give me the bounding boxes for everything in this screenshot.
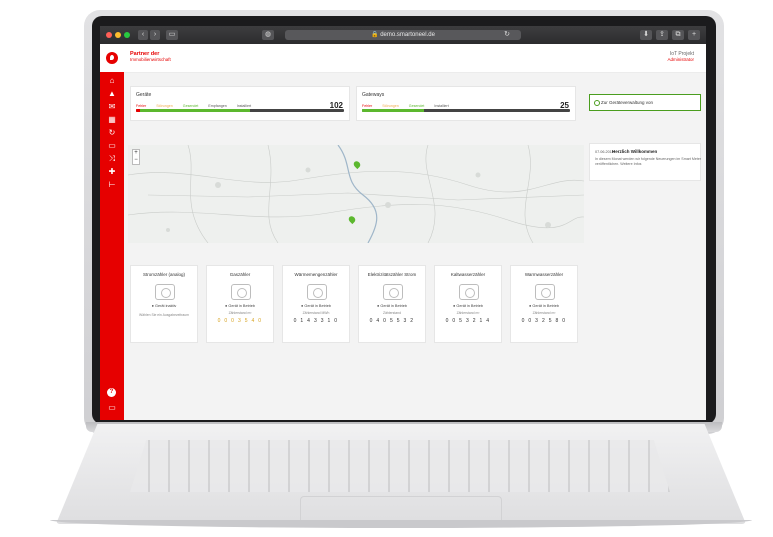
sidebar-toggle-icon[interactable]: ▭ [166,30,178,40]
meter-reading: 0 0 3 2 5 8 0 [521,318,567,324]
laptop-base-edge [50,520,752,528]
meter-subtitle: Zählerstand m³ [228,311,252,315]
gateways-status-bar [362,109,570,112]
gas-meter-icon [231,284,251,300]
heat-meter-icon [307,284,327,300]
meter-title: Wärmemengenzähler [294,272,338,277]
brand-line-2: Immobilienwirtschaft [130,57,171,62]
map-background [128,145,584,243]
browser-toolbar: ‹ › ▭ ◍ 🔒 demo.smartoneel.de ↻ ⬇ ⇪ ⧉ + [100,26,706,44]
user-menu[interactable]: IoT Projekt Administrator [667,51,694,63]
monitor-icon[interactable]: ▭ [107,403,117,412]
meter-card-electricity[interactable]: Elektrizitätszähler Strom ● Gerät in Bet… [358,265,426,343]
meter-subtitle: Zählerstand [383,311,401,315]
devices-title: Geräte [136,92,152,98]
brand-text: Partner der Immobilienwirtschaft [130,51,171,63]
legend-received: Empfangen [208,104,227,108]
url-text: demo.smartoneel.de [380,32,435,38]
meter-subtitle: Zählerstand m³ [456,311,480,315]
trackpad [300,496,502,521]
refresh-icon[interactable]: ↻ [107,128,117,137]
meter-reading: 0 1 4 3 3 1 0 [293,318,339,324]
app-header: Partner der Immobilienwirtschaft IoT Pro… [100,44,706,73]
map-zoom-control[interactable]: + − [132,149,140,165]
meter-title: Kaltwasserzähler [450,272,486,277]
meter-title: Warmwasserzähler [524,272,564,277]
device-map[interactable]: + − [128,145,584,243]
meter-card-power-analog[interactable]: Stromzähler (analog) ● Gerät inaktiv Wäh… [130,265,198,343]
legend-error: Fehler [362,104,373,108]
link-icon[interactable]: ⊢ [107,180,117,189]
legend-fault: Störungen [156,104,173,108]
forward-button[interactable]: › [150,30,160,40]
keyboard [130,440,670,492]
legend-installed: Installiert [434,104,449,108]
meter-title: Gaszähler [229,272,251,277]
legend-fault: Störungen [382,104,399,108]
new-tab-icon[interactable]: + [688,30,700,40]
building-icon[interactable]: ▦ [107,115,117,124]
electricity-meter-icon [383,284,403,300]
legend-sent: Gesendet [182,104,199,108]
devices-legend: Fehler Störungen Gesendet Empfangen Inst… [136,104,260,108]
news-text: In diesem Monat werden wir folgende Neue… [595,157,702,166]
tabs-icon[interactable]: ⧉ [672,30,684,40]
meter-icon [155,284,175,300]
water-meter-icon [459,284,479,300]
legend-sent: Gesendet [408,104,425,108]
legend-error: Fehler [136,104,147,108]
meter-subtitle: Zählerstand m³ [532,311,556,315]
help-icon[interactable]: ? [107,388,116,397]
gateways-legend: Fehler Störungen Gesendet Installiert [362,104,458,108]
close-window-button[interactable] [106,32,112,38]
gateways-title: Gateways [362,92,385,98]
share-icon[interactable]: ⇪ [656,30,668,40]
download-icon[interactable]: ⬇ [640,30,652,40]
meter-status: ● Gerät in Betrieb [301,304,331,308]
vodafone-logo-icon[interactable] [106,52,118,64]
meter-reading: 0 4 0 5 5 3 2 [369,318,415,324]
sidebar: ⌂ ▲ ✉ ▦ ↻ ▭ ⤨ ✚ ⊢ ? ▭ [100,72,124,420]
screen: ‹ › ▭ ◍ 🔒 demo.smartoneel.de ↻ ⬇ ⇪ ⧉ + P… [100,26,706,420]
meter-title: Stromzähler (analog) [142,272,186,277]
gateways-card[interactable]: Gateways Fehler Störungen Gesendet Insta… [356,86,576,121]
devices-status-bar [136,109,344,112]
meter-title: Elektrizitätszähler Strom [367,272,417,277]
meter-card-heat[interactable]: Wärmemengenzähler ● Gerät in Betrieb Zäh… [282,265,350,343]
news-title: Herzlich Willkommen [612,149,658,154]
meter-reading: 0 0 0 3 5 4 0 [217,318,263,324]
meter-card-cold-water[interactable]: Kaltwasserzähler ● Gerät in Betrieb Zähl… [434,265,502,343]
puzzle-icon[interactable]: ✚ [107,167,117,176]
user-role: Administrator [667,57,694,62]
reload-icon[interactable]: ↻ [502,30,512,40]
device-management-link[interactable]: Zur Geräteverwaltung von [589,94,701,111]
water-meter-icon [535,284,555,300]
home-icon[interactable]: ⌂ [107,76,117,85]
meter-status: ● Gerät in Betrieb [377,304,407,308]
meter-subtitle: Wählen Sie ein Ausgabezeitraum [139,313,189,317]
news-card: 07.06.2019 Herzlich Willkommen In diesem… [589,143,701,181]
alert-icon[interactable]: ▲ [107,89,117,98]
shield-icon[interactable]: ◍ [262,30,274,40]
shuffle-icon[interactable]: ⤨ [107,154,117,163]
minimize-window-button[interactable] [115,32,121,38]
meter-icon[interactable]: ▭ [107,141,117,150]
url-bar[interactable]: 🔒 demo.smartoneel.de [285,30,521,40]
back-button[interactable]: ‹ [138,30,148,40]
meter-status: ● Gerät inaktiv [151,304,177,308]
legend-installed: Installiert [236,104,252,108]
devices-card[interactable]: Geräte Fehler Störungen Gesendet Empfang… [130,86,350,121]
meter-status: ● Gerät in Betrieb [453,304,483,308]
maximize-window-button[interactable] [124,32,130,38]
meter-status: ● Gerät in Betrieb [225,304,255,308]
device-management-label: Zur Geräteverwaltung von [601,100,654,105]
mail-icon[interactable]: ✉ [107,102,117,111]
meter-status: ● Gerät in Betrieb [529,304,559,308]
meter-card-warm-water[interactable]: Warmwasserzähler ● Gerät in Betrieb Zähl… [510,265,578,343]
meter-card-gas[interactable]: Gaszähler ● Gerät in Betrieb Zählerstand… [206,265,274,343]
meter-reading: 0 0 5 3 2 1 4 [445,318,491,324]
meter-subtitle: Zählerstand MWh [302,311,330,315]
